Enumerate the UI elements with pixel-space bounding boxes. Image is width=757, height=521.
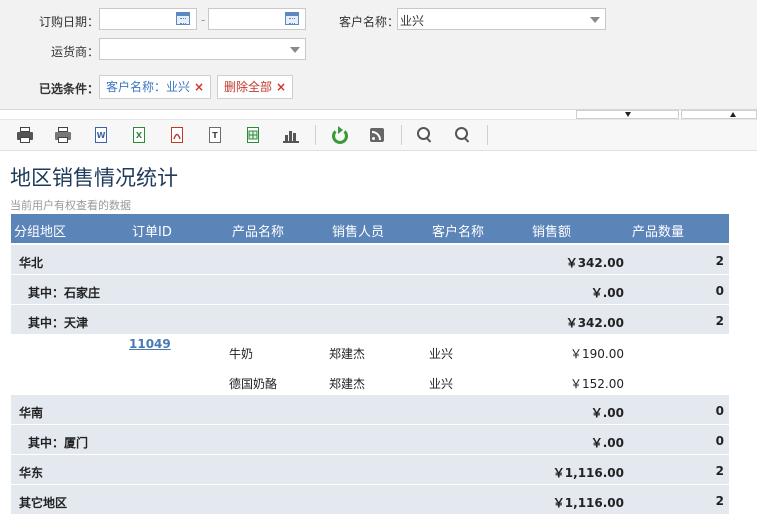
chevron-down-icon[interactable] <box>290 47 300 53</box>
quantity-cell: 2 <box>715 464 724 478</box>
zoom-out-icon[interactable] <box>454 126 472 144</box>
amount-cell: ￥342.00 <box>565 256 624 270</box>
amount-cell: ￥.00 <box>590 436 624 450</box>
calendar-icon[interactable] <box>285 12 299 25</box>
shipper-select[interactable] <box>99 38 306 60</box>
export-image-icon[interactable] <box>244 126 262 144</box>
amount-cell: ￥152.00 <box>570 377 624 391</box>
print-preview-icon[interactable] <box>54 126 72 144</box>
triangle-down-icon <box>625 112 631 117</box>
customer-label: 客户名称： <box>339 15 400 29</box>
toolbar-divider <box>487 125 488 145</box>
close-icon[interactable]: × <box>194 80 204 94</box>
report-title: 地区销售情况统计 <box>10 166 178 190</box>
quantity-cell: 2 <box>715 314 724 328</box>
column-header-customer: 客户名称 <box>432 225 485 240</box>
toolbar-divider <box>315 125 316 145</box>
region-cell: 华东 <box>19 466 44 480</box>
table-row: 其中：厦门 ￥.00 0 <box>11 425 729 455</box>
table-row: 华南 ￥.00 0 <box>11 395 729 425</box>
order-date-label: 订购日期： <box>39 15 100 29</box>
table-row: 其中：石家庄 ￥.00 0 <box>11 275 729 305</box>
export-word-icon[interactable]: W <box>92 126 110 144</box>
zoom-in-icon[interactable] <box>416 126 434 144</box>
amount-cell: ￥1,116.00 <box>552 496 624 510</box>
column-header-region: 分组地区 <box>14 225 67 240</box>
region-cell: 华南 <box>19 406 44 420</box>
quantity-cell: 0 <box>715 404 724 418</box>
date-separator: - <box>201 13 206 27</box>
region-cell: 其中：厦门 <box>28 436 89 450</box>
salesperson-cell: 郑建杰 <box>329 377 366 391</box>
quantity-cell: 2 <box>715 254 724 268</box>
rss-icon[interactable] <box>368 126 386 144</box>
amount-cell: ￥342.00 <box>565 316 624 330</box>
column-header-order-id: 订单ID <box>132 225 172 240</box>
refresh-icon[interactable] <box>330 126 348 144</box>
table-row: 11049 牛奶 郑建杰 业兴 ￥190.00 <box>11 335 729 365</box>
amount-cell: ￥.00 <box>590 406 624 420</box>
customer-select[interactable]: 业兴 <box>397 8 606 30</box>
quantity-cell: 2 <box>715 494 724 508</box>
column-header-quantity: 产品数量 <box>632 225 685 240</box>
table-row: 德国奶酪 郑建杰 业兴 ￥152.00 <box>11 365 729 395</box>
amount-cell: ￥190.00 <box>570 347 624 361</box>
table-row: 华北 ￥342.00 2 <box>11 245 729 275</box>
amount-cell: ￥.00 <box>590 286 624 300</box>
amount-cell: ￥1,116.00 <box>552 466 624 480</box>
condition-chip-customer[interactable]: 客户名称：业兴 × <box>99 75 212 99</box>
table-header: 分组地区 订单ID 产品名称 销售人员 客户名称 销售额 产品数量 <box>11 214 729 243</box>
product-cell: 牛奶 <box>229 347 254 361</box>
export-text-icon[interactable]: T <box>206 126 224 144</box>
export-excel-icon[interactable]: X <box>130 126 148 144</box>
close-icon[interactable]: × <box>276 80 286 94</box>
order-id-link[interactable]: 11049 <box>129 337 171 351</box>
customer-cell: 业兴 <box>429 377 454 391</box>
export-pdf-icon[interactable] <box>168 126 186 144</box>
selected-conditions-label: 已选条件： <box>39 82 100 96</box>
shipper-label: 运货商： <box>51 45 100 59</box>
chart-icon[interactable] <box>282 126 300 144</box>
chip-label: 删除全部 <box>224 80 273 94</box>
salesperson-cell: 郑建杰 <box>329 347 366 361</box>
expand-panel-button[interactable] <box>576 110 679 119</box>
column-header-salesperson: 销售人员 <box>332 225 385 240</box>
quantity-cell: 0 <box>715 284 724 298</box>
customer-cell: 业兴 <box>429 347 454 361</box>
column-header-amount: 销售额 <box>532 225 572 240</box>
filter-panel: 订购日期： - 客户名称： 业兴 运货商： 已选条件： 客户名称：业兴 × 删除全… <box>0 0 757 110</box>
table-row: 华东 ￥1,116.00 2 <box>11 455 729 485</box>
region-cell: 其中：石家庄 <box>28 286 101 300</box>
date-from-input[interactable] <box>99 8 197 30</box>
date-to-input[interactable] <box>208 8 306 30</box>
chevron-down-icon[interactable] <box>590 17 600 23</box>
table-row: 其中：天津 ￥342.00 2 <box>11 305 729 335</box>
toolbar-divider <box>401 125 402 145</box>
clear-all-chip[interactable]: 删除全部 × <box>217 75 294 99</box>
customer-value: 业兴 <box>400 14 425 28</box>
product-cell: 德国奶酪 <box>229 377 278 391</box>
region-cell: 华北 <box>19 256 44 270</box>
print-icon[interactable] <box>16 126 34 144</box>
calendar-icon[interactable] <box>176 12 190 25</box>
region-cell: 其它地区 <box>19 496 68 510</box>
table-row: 其它地区 ￥1,116.00 2 <box>11 485 729 515</box>
report-subtitle: 当前用户有权查看的数据 <box>10 199 131 212</box>
region-cell: 其中：天津 <box>28 316 89 330</box>
triangle-up-icon <box>730 112 736 117</box>
collapse-panel-button[interactable] <box>681 110 757 119</box>
toolbar: W X T <box>0 119 757 151</box>
column-header-product: 产品名称 <box>232 225 285 240</box>
quantity-cell: 0 <box>715 434 724 448</box>
chip-label: 客户名称：业兴 <box>106 80 191 94</box>
